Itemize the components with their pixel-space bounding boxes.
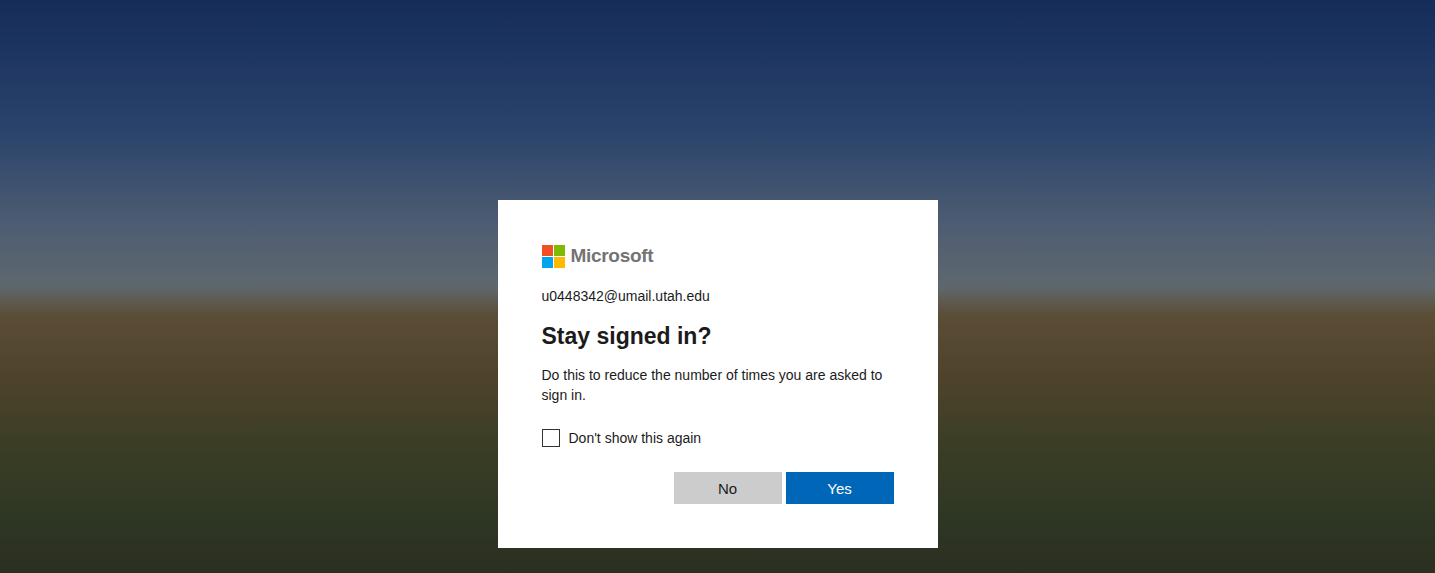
stay-signed-in-dialog: Microsoft u0448342@umail.utah.edu Stay sig… [498, 200, 938, 548]
account-email: u0448342@umail.utah.edu [542, 286, 894, 306]
dont-show-checkbox-row[interactable]: Don't show this again [542, 426, 894, 450]
dialog-title: Stay signed in? [542, 320, 894, 352]
primary-button[interactable]: Yes [786, 472, 894, 504]
checkbox[interactable] [542, 429, 560, 447]
dialog-description: Do this to reduce the number of times yo… [542, 365, 894, 405]
sign-in-page: Microsoft u0448342@umail.utah.edu Stay sig… [0, 0, 1435, 573]
checkbox-label[interactable]: Don't show this again [569, 430, 702, 446]
button-row: NoYes [542, 472, 894, 504]
microsoft-squares-icon [542, 245, 565, 268]
brand-name: Microsoft [571, 245, 654, 267]
secondary-button[interactable]: No [674, 472, 782, 504]
microsoft-logo: Microsoft [542, 244, 894, 268]
